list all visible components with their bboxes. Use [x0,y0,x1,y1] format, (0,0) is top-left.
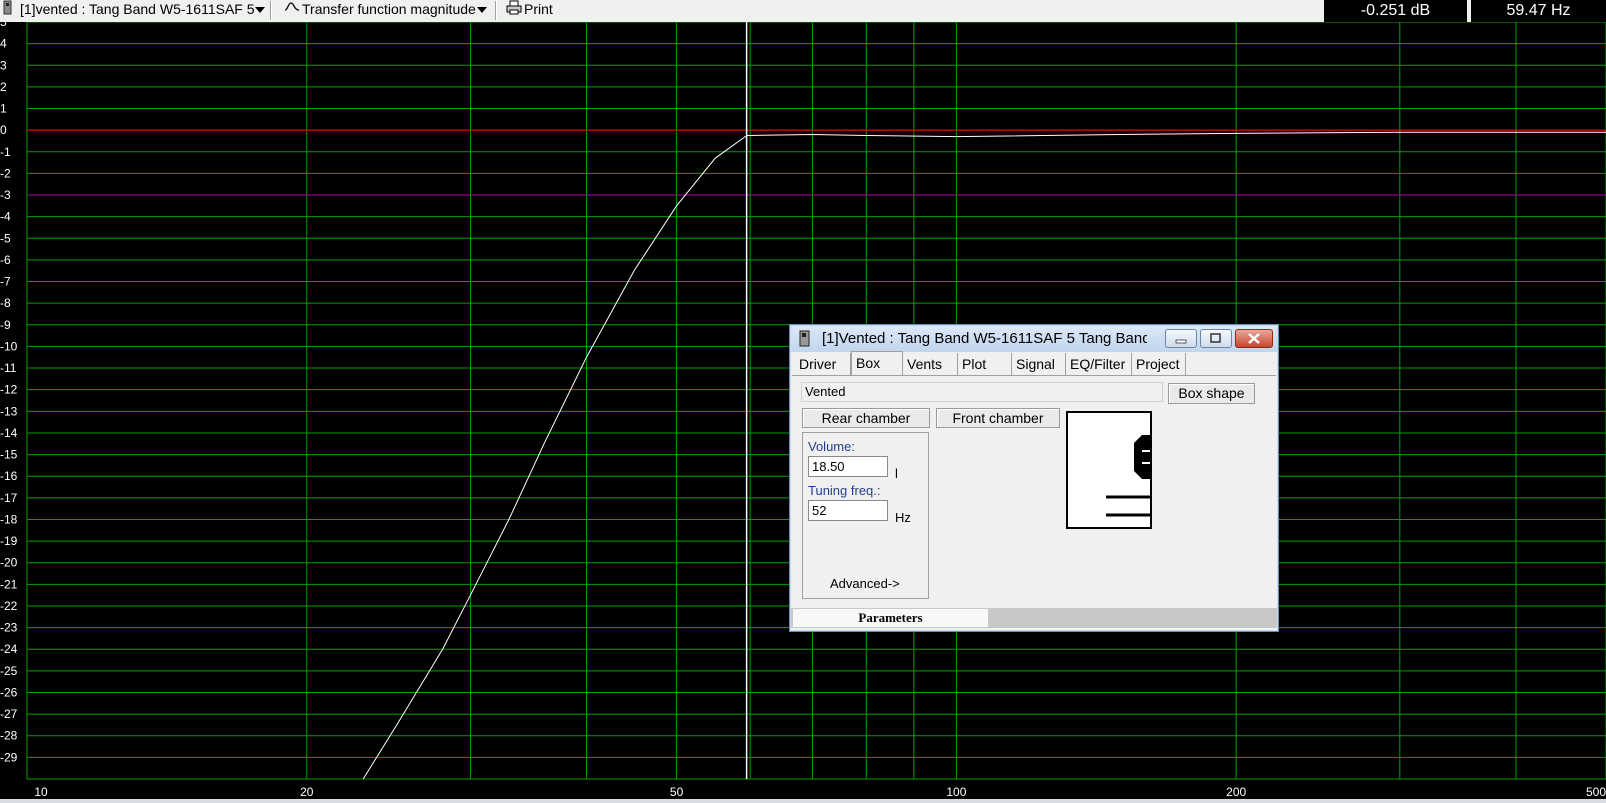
toolbar-separator [270,1,272,20]
tab-plot[interactable]: Plot [958,353,1012,375]
y-tick-label: -5 [0,231,11,245]
y-tick-label: -6 [0,253,11,267]
toolbar: [1]vented : Tang Band W5-1611SAF 5 Trans… [0,0,1606,23]
y-tick-label: -28 [0,729,18,743]
y-tick-label: 0 [0,123,7,137]
y-tick-label: -12 [0,383,18,397]
front-chamber-button[interactable]: Front chamber [936,408,1060,428]
tuning-freq-unit: Hz [895,510,911,525]
y-tick-label: -8 [0,296,11,310]
volume-input[interactable] [808,456,888,477]
tab-box[interactable]: Box [851,351,903,376]
y-tick-label: -25 [0,664,18,678]
printer-icon[interactable] [506,0,522,22]
box-parameters-dialog: [1]Vented : Tang Band W5-1611SAF 5 Tang … [789,324,1279,632]
y-tick-label: -23 [0,621,18,635]
y-tick-label: 3 [0,58,7,72]
x-tick-label: 500 [1586,785,1606,799]
advanced-button[interactable]: Advanced-> [830,576,900,591]
y-tick-label: -17 [0,491,18,505]
project-selector[interactable]: [1]vented : Tang Band W5-1611SAF 5 [20,0,255,22]
transfer-icon [284,0,300,22]
project-dropdown-icon[interactable] [255,7,265,13]
volume-label: Volume: [808,439,855,454]
level-readout: -0.251 dB [1324,0,1467,22]
box-diagram-icon [1066,411,1152,529]
dialog-title: [1]Vented : Tang Band W5-1611SAF 5 Tang … [822,330,1147,347]
rear-chamber-button[interactable]: Rear chamber [802,408,930,428]
tab-divider [792,375,1276,376]
y-tick-label: -22 [0,599,18,613]
close-icon [1248,333,1260,344]
volume-unit: l [895,466,898,481]
frequency-readout: 59.47 Hz [1471,0,1606,22]
y-tick-label: -7 [0,275,11,289]
close-button[interactable] [1235,329,1273,348]
x-tick-label: 100 [946,785,966,799]
y-tick-label: -29 [0,750,18,764]
y-tick-label: -27 [0,707,18,721]
dialog-titlebar[interactable]: [1]Vented : Tang Band W5-1611SAF 5 Tang … [791,326,1277,352]
box-type-field[interactable]: Vented [801,382,1163,402]
tab-vents[interactable]: Vents [903,353,958,375]
y-tick-label: -9 [0,318,11,332]
y-tick-label: -15 [0,448,18,462]
plot-type-dropdown-icon[interactable] [477,7,487,13]
maximize-button[interactable] [1200,329,1232,348]
x-tick-label: 50 [670,785,684,799]
project-icon [3,0,17,22]
y-tick-label: -24 [0,642,18,656]
x-tick-label: 200 [1226,785,1246,799]
x-tick-label: 20 [300,785,314,799]
y-tick-label: -1 [0,145,11,159]
y-tick-label: -20 [0,556,18,570]
x-tick-label: 10 [34,785,48,799]
y-tick-label: 4 [0,37,7,51]
toolbar-separator [495,1,497,20]
tab-driver[interactable]: Driver [795,353,851,375]
y-tick-label: -2 [0,166,11,180]
tab-project[interactable]: Project [1132,353,1186,375]
y-tick-label: -13 [0,404,18,418]
y-tick-label: 2 [0,80,7,94]
y-tick-label: -18 [0,512,18,526]
y-tick-label: -3 [0,188,11,202]
y-tick-label: -14 [0,426,18,440]
tuning-freq-label: Tuning freq.: [808,483,881,498]
tab-eq-filter[interactable]: EQ/Filter [1066,353,1132,375]
y-tick-label: -19 [0,534,18,548]
y-tick-label: 1 [0,102,7,116]
maximize-icon [1210,333,1221,343]
y-tick-label: 5 [0,22,7,29]
plot-type-selector[interactable]: Transfer function magnitude [302,0,476,22]
y-tick-label: -4 [0,210,11,224]
y-tick-label: -11 [0,361,17,375]
y-tick-label: -26 [0,685,18,699]
tuning-freq-input[interactable] [808,500,888,521]
status-strip [0,799,1606,803]
minimize-icon [1175,339,1187,344]
y-tick-label: -21 [0,577,18,591]
y-tick-label: -16 [0,469,18,483]
minimize-button[interactable] [1165,329,1197,348]
dialog-app-icon [799,330,811,353]
y-tick-label: -10 [0,339,18,353]
tab-signal[interactable]: Signal [1012,353,1066,375]
box-shape-button[interactable]: Box shape [1168,383,1255,404]
print-button[interactable]: Print [524,0,553,22]
parameters-tab[interactable]: Parameters [793,609,988,627]
